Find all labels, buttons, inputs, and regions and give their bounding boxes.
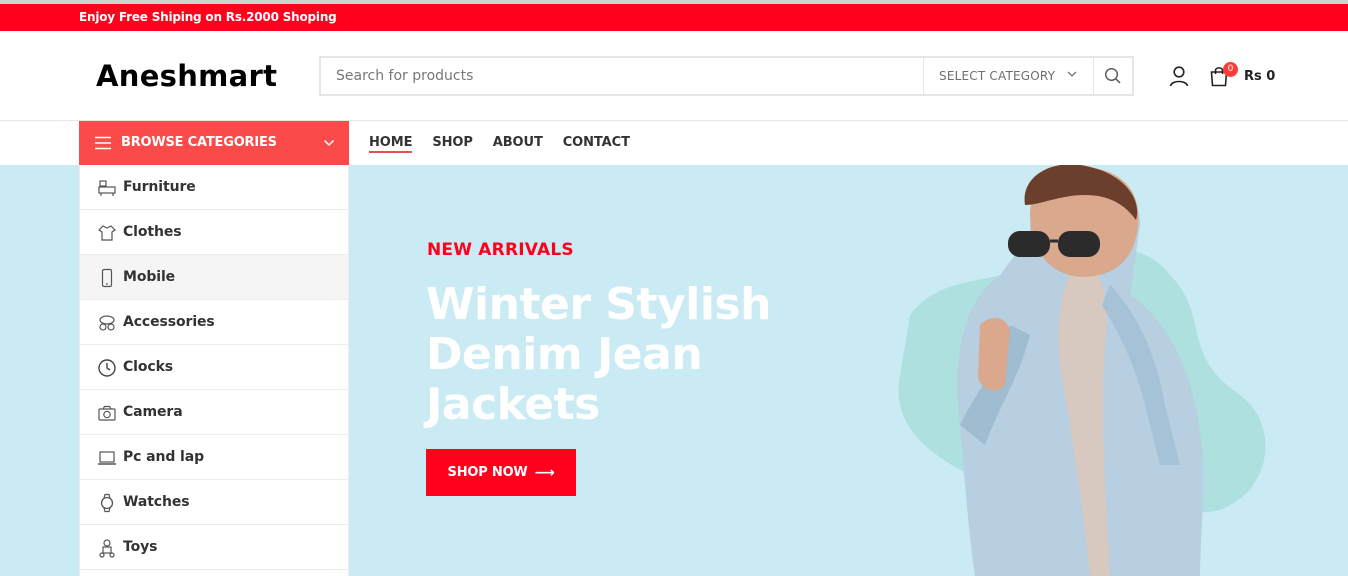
category-label: Toys [123, 539, 158, 555]
hero-title-line: Winter Stylish [426, 279, 771, 330]
cart-button[interactable]: 0 Rs 0 [1208, 62, 1278, 90]
nav-about[interactable]: ABOUT [493, 121, 543, 165]
laptop-icon [98, 451, 116, 465]
arrow-right-icon: ⟶ [534, 464, 555, 481]
category-item-mobile[interactable]: Mobile [80, 255, 348, 300]
cart-count-badge: 0 [1223, 62, 1238, 77]
hero-title-line: Denim Jean [426, 329, 703, 380]
nav-contact[interactable]: CONTACT [563, 121, 630, 165]
chevron-down-icon [323, 139, 335, 147]
search-input[interactable] [321, 58, 923, 94]
search-icon [1104, 67, 1121, 84]
category-select[interactable]: SELECT CATEGORY [923, 58, 1093, 94]
category-label: Pc and lap [123, 449, 205, 465]
hero-model-image [898, 165, 1266, 576]
category-label: Watches [123, 494, 190, 510]
category-label: Accessories [123, 314, 215, 330]
main-navbar: BROWSE CATEGORIES HOME SHOP ABOUT CONTAC… [0, 121, 1348, 165]
cart-total: Rs 0 [1244, 69, 1276, 84]
clothes-icon [98, 225, 116, 241]
search-button[interactable] [1093, 58, 1132, 94]
mobile-icon [101, 268, 113, 288]
category-list: Furniture Clothes Mobile Accessories Clo… [79, 165, 349, 576]
category-select-label: SELECT CATEGORY [939, 69, 1056, 83]
shop-now-label: SHOP NOW [447, 465, 528, 480]
accessories-icon [99, 315, 115, 331]
category-item-accessories[interactable]: Accessories [80, 300, 348, 345]
category-label: Mobile [123, 269, 176, 285]
category-label: Camera [123, 404, 183, 420]
chevron-down-icon [1067, 71, 1077, 77]
browse-categories-button[interactable]: BROWSE CATEGORIES [79, 121, 349, 165]
category-item-furniture[interactable]: Furniture [80, 165, 348, 210]
hero-title: Winter Stylish Denim Jean Jackets [426, 280, 771, 430]
user-account-icon[interactable] [1168, 65, 1190, 87]
toys-icon [99, 539, 115, 558]
shop-now-button[interactable]: SHOP NOW ⟶ [426, 449, 576, 496]
clock-icon [98, 359, 116, 377]
category-item-camera[interactable]: Camera [80, 390, 348, 435]
category-item-watches[interactable]: Watches [80, 480, 348, 525]
main-menu: HOME SHOP ABOUT CONTACT [369, 121, 650, 165]
hamburger-menu-icon [95, 136, 111, 150]
nav-shop[interactable]: SHOP [432, 121, 473, 165]
furniture-icon [98, 180, 116, 196]
browse-categories-label: BROWSE CATEGORIES [121, 135, 277, 150]
search-bar: SELECT CATEGORY [319, 56, 1134, 96]
nav-home[interactable]: HOME [369, 121, 413, 165]
category-label: Clocks [123, 359, 174, 375]
category-item-toys[interactable]: Toys [80, 525, 348, 570]
camera-icon [98, 405, 116, 421]
promo-text: Enjoy Free Shiping on Rs.2000 Shoping [79, 10, 337, 24]
hero-kicker: NEW ARRIVALS [427, 240, 574, 260]
category-item-clothes[interactable]: Clothes [80, 210, 348, 255]
hero-title-line: Jackets [426, 379, 600, 430]
promo-bar: Enjoy Free Shiping on Rs.2000 Shoping [0, 4, 1348, 31]
category-label: Furniture [123, 179, 196, 195]
category-label: Clothes [123, 224, 182, 240]
site-header: Aneshmart SELECT CATEGORY 0 Rs 0 [0, 31, 1348, 121]
site-logo[interactable]: Aneshmart [96, 59, 277, 93]
category-item-clocks[interactable]: Clocks [80, 345, 348, 390]
category-item-pc-and-lap[interactable]: Pc and lap [80, 435, 348, 480]
watch-icon [100, 493, 114, 513]
